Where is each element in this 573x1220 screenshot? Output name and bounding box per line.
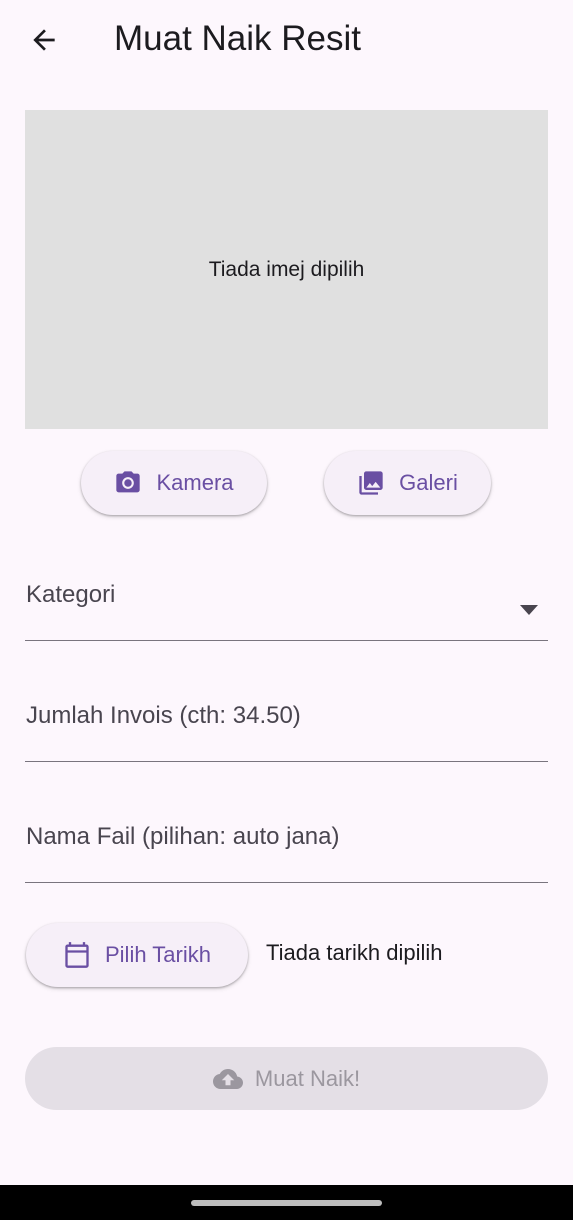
gallery-icon bbox=[359, 471, 383, 495]
app-bar: Muat Naik Resit bbox=[0, 0, 573, 80]
gallery-button-label: Galeri bbox=[399, 470, 458, 495]
pick-date-button[interactable]: Pilih Tarikh bbox=[26, 923, 248, 987]
back-button[interactable] bbox=[20, 18, 68, 62]
file-name-label: Nama Fail (pilihan: auto jana) bbox=[26, 823, 340, 850]
date-status-text: Tiada tarikh dipilih bbox=[266, 940, 443, 965]
gallery-button[interactable]: Galeri bbox=[324, 451, 491, 515]
category-label: Kategori bbox=[26, 581, 116, 608]
category-dropdown[interactable]: Kategori bbox=[25, 560, 548, 641]
camera-icon bbox=[116, 471, 141, 493]
system-navigation-bar bbox=[0, 1185, 573, 1220]
pick-date-label: Pilih Tarikh bbox=[105, 942, 211, 967]
no-image-text: Tiada imej dipilih bbox=[208, 257, 365, 281]
camera-button-label: Kamera bbox=[156, 470, 234, 495]
cloud-upload-icon bbox=[212, 1068, 243, 1089]
invoice-amount-label: Jumlah Invois (cth: 34.50) bbox=[26, 702, 301, 729]
camera-button[interactable]: Kamera bbox=[81, 451, 267, 515]
home-gesture-handle[interactable] bbox=[191, 1200, 382, 1206]
calendar-icon bbox=[65, 942, 89, 968]
page-title: Muat Naik Resit bbox=[114, 19, 362, 58]
image-preview: Tiada imej dipilih bbox=[25, 110, 548, 429]
upload-button[interactable]: Muat Naik! bbox=[25, 1047, 548, 1110]
arrow-back-icon bbox=[33, 29, 55, 51]
invoice-amount-field[interactable]: Jumlah Invois (cth: 34.50) bbox=[25, 680, 548, 762]
upload-button-label: Muat Naik! bbox=[254, 1065, 361, 1091]
dropdown-arrow-icon bbox=[520, 605, 538, 615]
file-name-field[interactable]: Nama Fail (pilihan: auto jana) bbox=[25, 801, 548, 883]
